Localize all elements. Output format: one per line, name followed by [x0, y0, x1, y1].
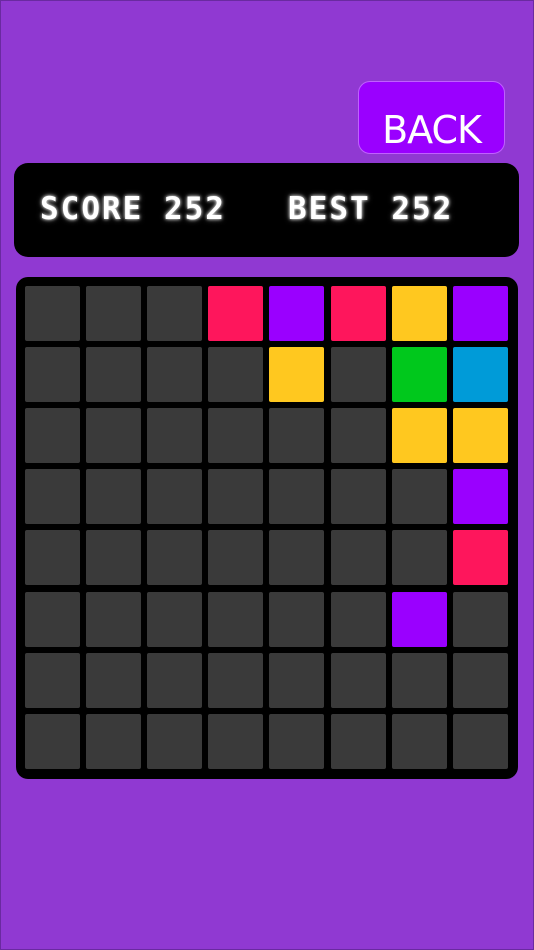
red-block[interactable] — [330, 286, 386, 341]
empty-cell[interactable] — [330, 652, 386, 708]
empty-cell[interactable] — [147, 713, 203, 769]
empty-cell[interactable] — [25, 530, 80, 586]
empty-cell[interactable] — [330, 347, 386, 403]
best-score-label: BEST 252 — [288, 191, 454, 227]
empty-cell[interactable] — [25, 347, 80, 403]
score-label: SCORE 252 — [40, 191, 226, 227]
red-block[interactable] — [208, 286, 264, 341]
empty-cell[interactable] — [147, 530, 203, 586]
empty-cell[interactable] — [452, 652, 508, 708]
empty-cell[interactable] — [25, 591, 80, 647]
empty-cell[interactable] — [208, 530, 264, 586]
empty-cell[interactable] — [269, 408, 325, 464]
empty-cell[interactable] — [452, 713, 508, 769]
green-block[interactable] — [391, 347, 447, 403]
empty-cell[interactable] — [147, 652, 203, 708]
empty-cell[interactable] — [208, 652, 264, 708]
empty-cell[interactable] — [269, 469, 325, 525]
empty-cell[interactable] — [208, 469, 264, 525]
empty-cell[interactable] — [208, 347, 264, 403]
purple-block[interactable] — [391, 591, 447, 647]
yellow-block[interactable] — [452, 408, 508, 464]
purple-block[interactable] — [269, 286, 325, 341]
back-button[interactable]: BACK — [358, 81, 505, 154]
empty-cell[interactable] — [208, 713, 264, 769]
empty-cell[interactable] — [269, 530, 325, 586]
empty-cell[interactable] — [86, 530, 142, 586]
empty-cell[interactable] — [330, 408, 386, 464]
empty-cell[interactable] — [147, 469, 203, 525]
yellow-block[interactable] — [269, 347, 325, 403]
empty-cell[interactable] — [208, 408, 264, 464]
empty-cell[interactable] — [86, 286, 142, 341]
blue-block[interactable] — [452, 347, 508, 403]
empty-cell[interactable] — [25, 713, 80, 769]
empty-cell[interactable] — [330, 530, 386, 586]
empty-cell[interactable] — [25, 286, 80, 341]
empty-cell[interactable] — [86, 347, 142, 403]
yellow-block[interactable] — [391, 286, 447, 341]
empty-cell[interactable] — [25, 408, 80, 464]
empty-cell[interactable] — [391, 652, 447, 708]
purple-block[interactable] — [452, 469, 508, 525]
empty-cell[interactable] — [147, 408, 203, 464]
empty-cell[interactable] — [391, 530, 447, 586]
empty-cell[interactable] — [86, 469, 142, 525]
empty-cell[interactable] — [86, 408, 142, 464]
back-button-label: BACK — [382, 108, 482, 152]
empty-cell[interactable] — [391, 469, 447, 525]
empty-cell[interactable] — [147, 286, 203, 341]
empty-cell[interactable] — [391, 713, 447, 769]
empty-cell[interactable] — [86, 652, 142, 708]
empty-cell[interactable] — [25, 469, 80, 525]
empty-cell[interactable] — [25, 652, 80, 708]
yellow-block[interactable] — [391, 408, 447, 464]
game-board — [16, 277, 518, 779]
empty-cell[interactable] — [86, 591, 142, 647]
empty-cell[interactable] — [452, 591, 508, 647]
empty-cell[interactable] — [147, 591, 203, 647]
purple-block[interactable] — [452, 286, 508, 341]
empty-cell[interactable] — [208, 591, 264, 647]
red-block[interactable] — [452, 530, 508, 586]
empty-cell[interactable] — [330, 469, 386, 525]
empty-cell[interactable] — [269, 652, 325, 708]
empty-cell[interactable] — [86, 713, 142, 769]
empty-cell[interactable] — [269, 591, 325, 647]
empty-cell[interactable] — [330, 713, 386, 769]
empty-cell[interactable] — [330, 591, 386, 647]
empty-cell[interactable] — [147, 347, 203, 403]
empty-cell[interactable] — [269, 713, 325, 769]
